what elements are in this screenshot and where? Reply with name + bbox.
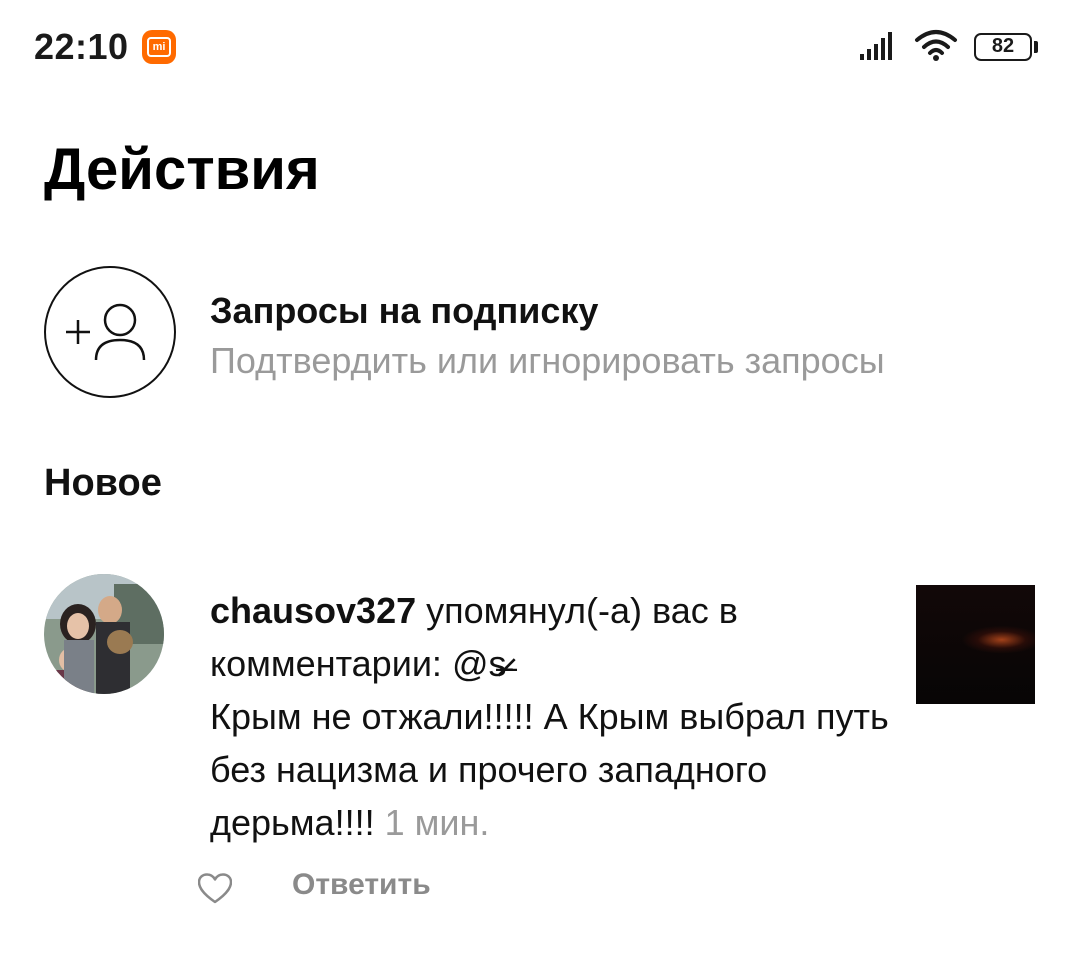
mi-app-icon: mi [142, 30, 176, 64]
battery-icon: 82 [974, 33, 1032, 61]
battery-tip [1034, 41, 1038, 53]
wifi-icon [915, 30, 957, 61]
section-new-header: Новое [44, 462, 162, 504]
mention-link[interactable]: @s̷̵̶̷̵ [452, 643, 507, 684]
follow-requests-title: Запросы на подписку [210, 290, 599, 331]
avatar[interactable] [44, 574, 164, 694]
activity-screen: 22:10 mi 82 Действия Запросы на подписку… [0, 0, 1080, 977]
battery-level: 82 [991, 35, 1015, 57]
signal-icon [860, 32, 892, 60]
follow-requests-row[interactable]: Запросы на подписку Подтвердить или игно… [44, 266, 1034, 398]
timestamp: 1 мин. [384, 802, 490, 843]
notification-text: chausov327 упомянул(-а) вас в комментари… [210, 584, 900, 849]
username-link[interactable]: chausov327 [210, 590, 416, 631]
status-time: 22:10 [34, 26, 129, 67]
follow-requests-subtitle: Подтвердить или игнорировать запросы [210, 340, 885, 381]
add-person-icon [44, 266, 176, 398]
heart-outline-icon[interactable] [198, 873, 232, 905]
comment-text: Крым не отжали!!!!! А Крым выбрал путь б… [210, 696, 889, 843]
post-thumbnail[interactable] [916, 585, 1035, 704]
page-title: Действия [44, 137, 320, 202]
reply-button[interactable]: Ответить [292, 868, 431, 902]
